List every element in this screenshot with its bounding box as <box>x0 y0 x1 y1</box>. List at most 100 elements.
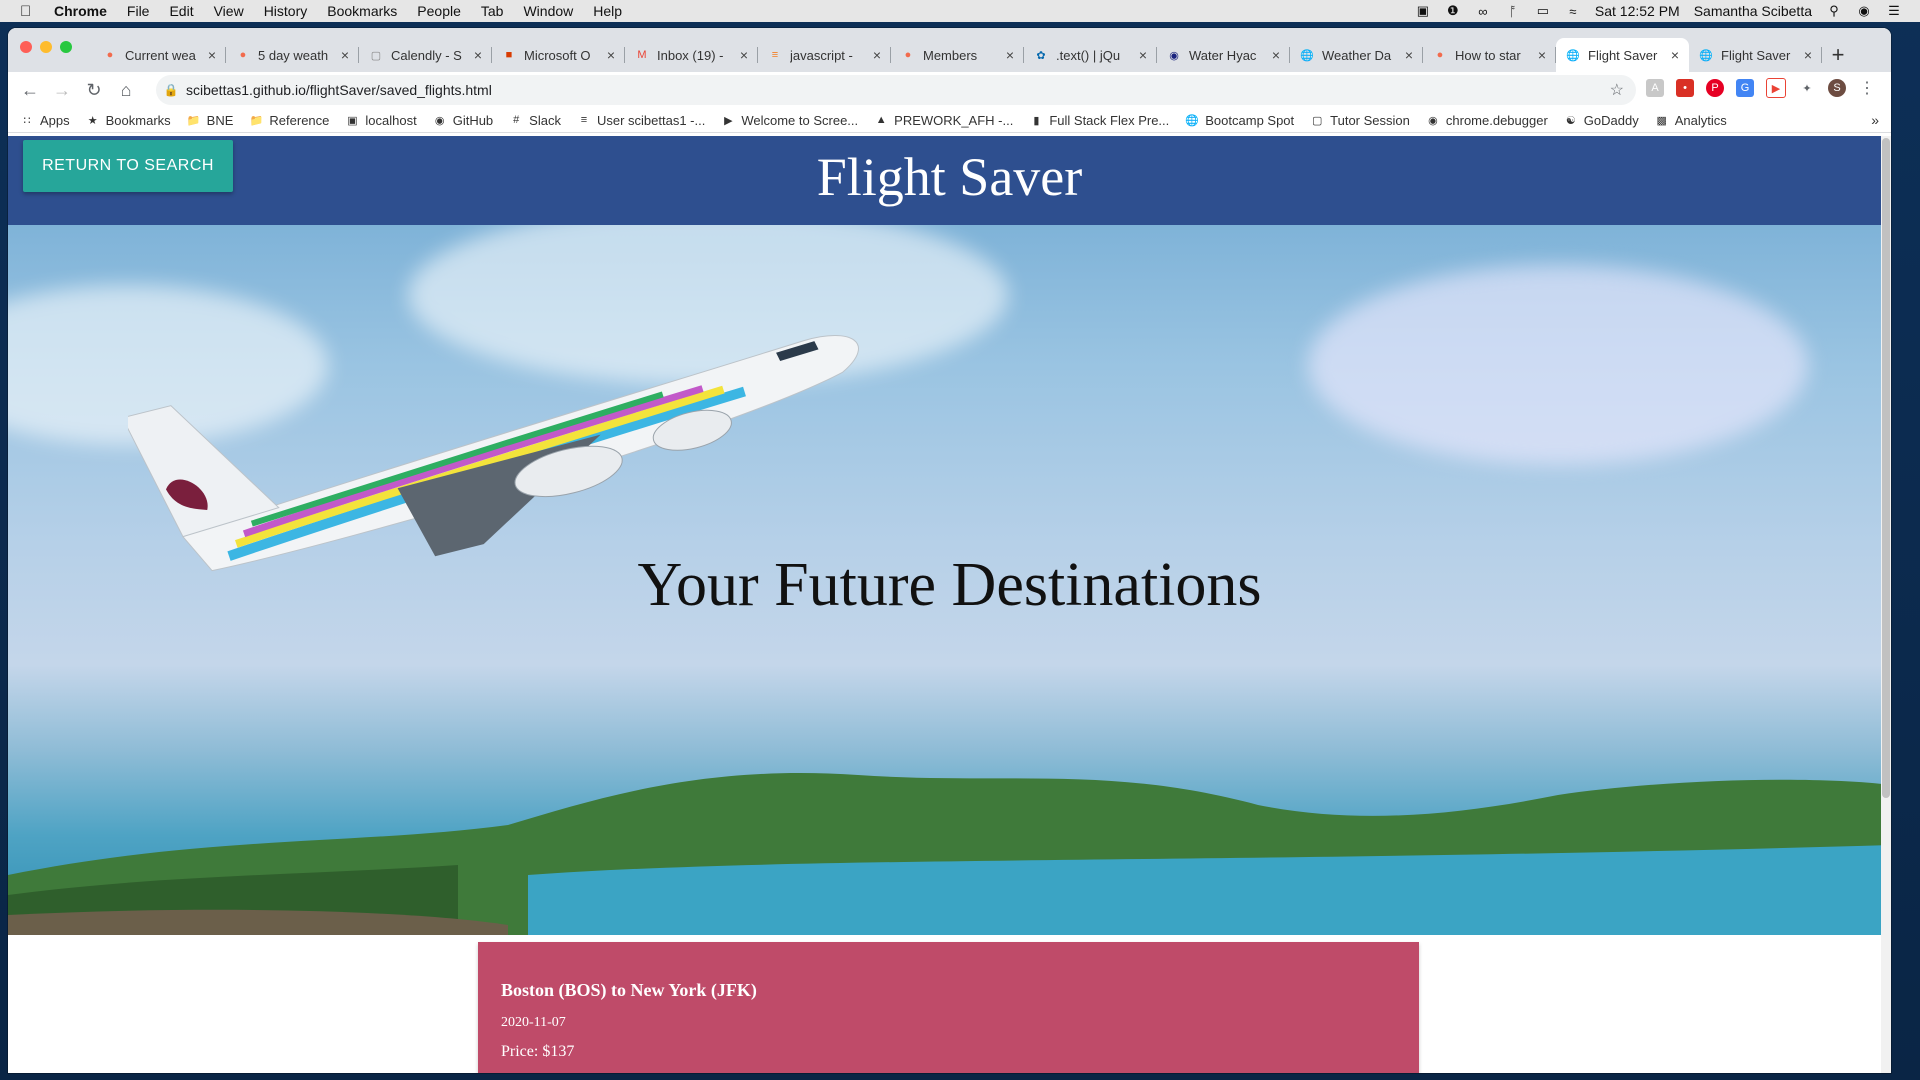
browser-tab[interactable]: ■ Microsoft O × <box>492 38 625 72</box>
menu-file[interactable]: File <box>127 3 150 19</box>
bookmarks-overflow-icon[interactable]: » <box>1871 112 1879 128</box>
close-tab-icon[interactable]: × <box>1804 47 1812 63</box>
puzzle-icon[interactable]: ✦ <box>1798 79 1816 97</box>
browser-tab[interactable]: ▢ Calendly - S × <box>359 38 492 72</box>
airplay-icon[interactable]: ▭ <box>1535 3 1551 18</box>
bookmark-item[interactable]: # Slack <box>509 113 561 128</box>
close-tab-icon[interactable]: × <box>341 47 349 63</box>
close-tab-icon[interactable]: × <box>1139 47 1147 63</box>
siri-icon[interactable]: ◉ <box>1856 3 1872 18</box>
extension-icon[interactable]: A <box>1646 79 1664 97</box>
bookmark-item[interactable]: ◉ chrome.debugger <box>1426 113 1548 128</box>
bookmark-item[interactable]: ☯ GoDaddy <box>1564 113 1639 128</box>
menu-view[interactable]: View <box>214 3 244 19</box>
user-name[interactable]: Samantha Scibetta <box>1694 3 1812 19</box>
close-tab-icon[interactable]: × <box>474 47 482 63</box>
status-area: ▣ ❶ ∞ ᚩ ▭ ≈ Sat 12:52 PM Samantha Scibet… <box>1415 0 1902 22</box>
url-text[interactable]: scibettas1.github.io/flightSaver/saved_f… <box>186 82 492 98</box>
apple-icon[interactable]:  <box>20 3 38 20</box>
lock-icon[interactable]: 🔒 <box>156 83 186 97</box>
browser-tab[interactable]: 🌐 Flight Saver × <box>1689 38 1822 72</box>
forward-icon[interactable]: → <box>46 80 78 101</box>
bookmark-item[interactable]: ◉ GitHub <box>433 113 493 128</box>
browser-tab[interactable]: ● How to star × <box>1423 38 1556 72</box>
clock[interactable]: Sat 12:52 PM <box>1595 3 1680 19</box>
home-icon[interactable]: ⌂ <box>110 80 142 101</box>
minimize-window-button[interactable] <box>40 41 52 53</box>
scrollbar-thumb[interactable] <box>1882 138 1890 798</box>
menu-help[interactable]: Help <box>593 3 622 19</box>
browser-tab[interactable]: ✿ .text() | jQu × <box>1024 38 1157 72</box>
bookmark-item[interactable]: ▣ localhost <box>345 113 417 128</box>
weather-icon: ● <box>239 49 247 61</box>
bookmark-item[interactable]: ▶ Welcome to Scree... <box>721 113 858 128</box>
profile-avatar[interactable]: S <box>1828 79 1846 97</box>
bookmark-item[interactable]: ▮ Full Stack Flex Pre... <box>1029 113 1169 128</box>
browser-tab[interactable]: M Inbox (19) - × <box>625 38 758 72</box>
browser-tab[interactable]: ≡ javascript - × <box>758 38 891 72</box>
extensions-area: A • P G ▶ ✦ S ⋮ <box>1646 78 1876 98</box>
bookmark-item[interactable]: 📁 BNE <box>187 113 234 128</box>
browser-tab[interactable]: ● Current wea × <box>93 38 226 72</box>
address-bar[interactable]: 🔒 scibettas1.github.io/flightSaver/saved… <box>156 75 1636 105</box>
bookmark-item[interactable]: ∷ Apps <box>20 113 70 128</box>
bookmark-item[interactable]: ≡ User scibettas1 -... <box>577 113 706 128</box>
close-tab-icon[interactable]: × <box>740 47 748 63</box>
bookmark-item[interactable]: ▩ Analytics <box>1655 113 1727 128</box>
close-tab-icon[interactable]: × <box>1006 47 1014 63</box>
bookmark-item[interactable]: 🌐 Bootcamp Spot <box>1185 113 1294 128</box>
wifi-icon[interactable]: ≈ <box>1565 4 1581 19</box>
menu-kebab-icon[interactable]: ⋮ <box>1858 79 1876 97</box>
chrome-icon: ◉ <box>1428 114 1438 127</box>
spotlight-icon[interactable]: ⚲ <box>1826 3 1842 18</box>
browser-toolbar: ← → ↻ ⌂ 🔒 scibettas1.github.io/flightSav… <box>8 72 1891 108</box>
bookmark-star-icon[interactable]: ☆ <box>1610 80 1624 100</box>
close-tab-icon[interactable]: × <box>873 47 881 63</box>
fullscreen-window-button[interactable] <box>60 41 72 53</box>
close-window-button[interactable] <box>20 41 32 53</box>
bookmark-item[interactable]: 📁 Reference <box>249 113 330 128</box>
browser-tab[interactable]: 🌐 Flight Saver × <box>1556 38 1689 72</box>
tab-title: Current wea <box>125 47 196 63</box>
close-tab-icon[interactable]: × <box>607 47 615 63</box>
bookmark-item[interactable]: ▢ Tutor Session <box>1310 113 1410 128</box>
close-tab-icon[interactable]: × <box>1671 47 1679 63</box>
godaddy-icon: ☯ <box>1565 114 1576 127</box>
browser-tab[interactable]: ● 5 day weath × <box>226 38 359 72</box>
globe-icon: 🌐 <box>1300 49 1314 62</box>
menu-window[interactable]: Window <box>523 3 573 19</box>
browser-tab[interactable]: ● Members × <box>891 38 1024 72</box>
bluetooth-icon[interactable]: ᚩ <box>1505 4 1521 19</box>
creative-cloud-icon[interactable]: ∞ <box>1475 4 1491 19</box>
back-icon[interactable]: ← <box>14 80 46 101</box>
notification-center-icon[interactable]: ☰ <box>1886 3 1902 18</box>
close-tab-icon[interactable]: × <box>1538 47 1546 63</box>
menu-bookmarks[interactable]: Bookmarks <box>327 3 397 19</box>
lastpass-icon[interactable]: • <box>1676 79 1694 97</box>
reload-icon[interactable]: ↻ <box>78 80 110 101</box>
close-tab-icon[interactable]: × <box>208 47 216 63</box>
zoom-icon[interactable]: ▣ <box>1415 3 1431 18</box>
close-tab-icon[interactable]: × <box>1272 47 1280 63</box>
onepassword-icon[interactable]: ❶ <box>1445 3 1461 18</box>
browser-tab[interactable]: ◉ Water Hyac × <box>1157 38 1290 72</box>
pinterest-icon[interactable]: P <box>1706 79 1724 97</box>
browser-tab[interactable]: 🌐 Weather Da × <box>1290 38 1423 72</box>
slack-icon: # <box>513 114 520 126</box>
stackoverflow-icon: ≡ <box>771 49 779 61</box>
tab-title: Weather Da <box>1322 47 1392 63</box>
menu-edit[interactable]: Edit <box>169 3 193 19</box>
bookmark-item[interactable]: ▲ PREWORK_AFH -... <box>874 113 1014 128</box>
menu-app-name[interactable]: Chrome <box>54 3 107 19</box>
menu-tab[interactable]: Tab <box>481 3 504 19</box>
book-icon: ▮ <box>1033 114 1040 127</box>
new-tab-button[interactable]: + <box>1822 38 1854 72</box>
page-scrollbar[interactable] <box>1881 136 1891 1073</box>
translate-icon[interactable]: G <box>1736 79 1754 97</box>
menu-history[interactable]: History <box>264 3 308 19</box>
bookmark-item[interactable]: ★ Bookmarks <box>86 113 171 128</box>
menu-people[interactable]: People <box>417 3 461 19</box>
tab-title: 5 day weath <box>258 47 329 63</box>
cast-icon[interactable]: ▶ <box>1766 78 1786 98</box>
close-tab-icon[interactable]: × <box>1405 47 1413 63</box>
